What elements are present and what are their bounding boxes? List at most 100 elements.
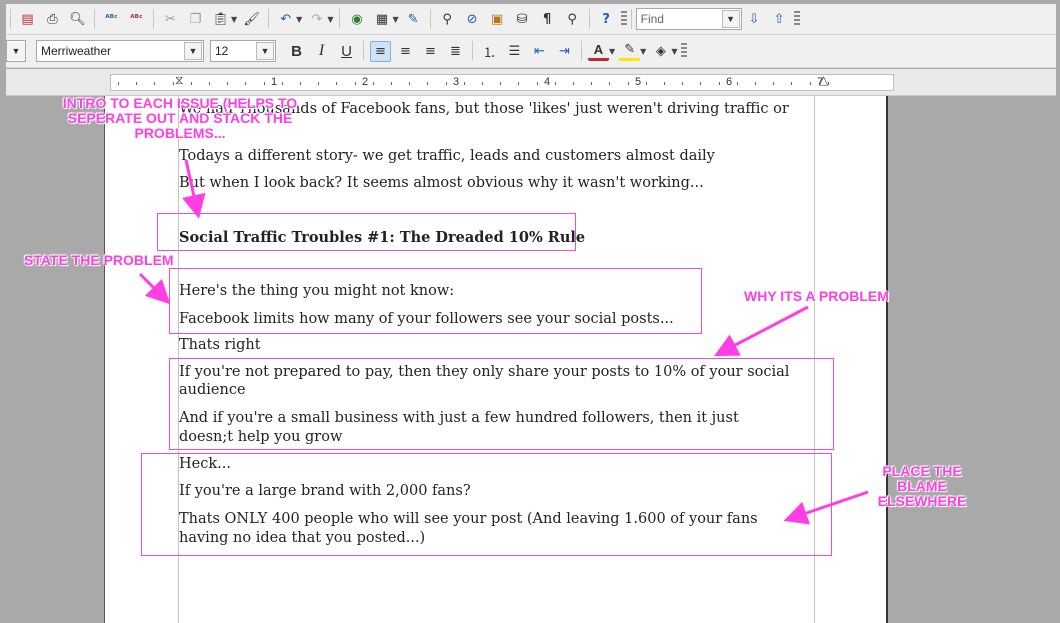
toolbar-grip-icon[interactable] (681, 43, 688, 59)
blame-annotation-line: BLAME (897, 478, 947, 494)
ruler-tick (664, 82, 665, 85)
doc-line[interactable]: Todays a different story- we get traffic… (179, 147, 715, 166)
redo-icon[interactable]: ↷ (306, 9, 327, 30)
database-icon[interactable]: ⛁ (512, 9, 533, 30)
style-dropdown[interactable]: ▼ (6, 40, 26, 62)
font-name-dropdown-icon[interactable]: ▼ (184, 42, 202, 60)
toolbar-grip-icon[interactable] (793, 11, 800, 27)
ruler-tick (609, 82, 611, 85)
toolbar-separator (429, 9, 431, 29)
highlight-icon[interactable]: ✎ (619, 42, 641, 61)
ruler-tick (573, 82, 574, 85)
blame-annotation-line: ELSEWHERE (877, 493, 967, 509)
font-name-input[interactable]: Merriweather ▼ (36, 40, 204, 62)
toolbar-separator (10, 9, 11, 29)
hyperlink-icon[interactable]: ⊘ (462, 9, 483, 30)
find-input[interactable]: Find ▼ (635, 8, 742, 30)
ruler-tick (718, 82, 720, 85)
bullet-list-icon[interactable]: ☰ (504, 41, 525, 62)
horizontal-ruler[interactable]: 1 2 3 4 5 6 7 ⧖ △ (6, 69, 1056, 96)
font-size-input[interactable]: 12 ▼ (210, 40, 276, 62)
find-next-icon[interactable]: ⇩ (744, 9, 765, 30)
copy-icon[interactable]: ❐ (185, 9, 206, 30)
toolbar-separator (588, 9, 590, 29)
ruler-tick (154, 82, 156, 85)
ruler-strip[interactable]: 1 2 3 4 5 6 7 ⧖ △ (110, 73, 894, 91)
ruler-tick (445, 82, 447, 85)
table-icon[interactable]: ▦ (371, 9, 392, 30)
toolbar-separator (472, 41, 473, 61)
draw-icon[interactable]: ✎ (403, 9, 424, 30)
align-center-icon[interactable]: ≡ (395, 41, 416, 62)
spellcheck-icon[interactable]: ᴬᴮᶜ (101, 9, 122, 30)
why-annotation: WHY ITS A PROBLEM (744, 288, 889, 304)
toolbar-separator (363, 41, 364, 61)
ruler-tick (372, 82, 374, 85)
toolbar-grip-icon[interactable] (620, 11, 627, 27)
align-left-icon[interactable]: ≡ (370, 40, 391, 62)
ruler-tick (791, 82, 793, 85)
ruler-tick (354, 82, 356, 85)
gallery-icon[interactable]: ▣ (487, 9, 508, 30)
find-dropdown-icon[interactable]: ▼ (721, 10, 740, 28)
ruler-tick (318, 82, 320, 85)
clone-format-icon[interactable]: 🖌︎ (241, 9, 262, 30)
ruler-number: 5 (635, 76, 642, 88)
left-indent-marker-icon[interactable]: ⧖ (175, 73, 183, 88)
intro-annotation: INTRO TO EACH ISSUE (HELPS TO SEPERATE O… (30, 96, 330, 141)
paste-dropdown-icon[interactable]: ▼ (231, 15, 237, 24)
ruler-tick (536, 82, 538, 85)
ruler-tick (645, 82, 647, 85)
undo-dropdown-icon[interactable]: ▼ (296, 15, 302, 24)
numbered-list-icon[interactable]: ⒈ (479, 41, 500, 62)
ruler-tick (263, 82, 265, 85)
formatting-marks-icon[interactable]: ¶ (537, 9, 558, 30)
font-size-dropdown-icon[interactable]: ▼ (256, 42, 274, 60)
pdf-icon[interactable]: ▤ (17, 9, 38, 30)
ruler-tick (227, 82, 229, 85)
ruler-tick (427, 82, 429, 85)
navigator-icon[interactable]: ◉ (346, 9, 367, 30)
font-color-icon[interactable]: A (588, 42, 609, 61)
font-color-dropdown-icon[interactable]: ▼ (609, 47, 615, 56)
zoom-icon[interactable]: ⚲ (562, 9, 583, 30)
justify-icon[interactable]: ≣ (445, 41, 466, 62)
ruler-tick (245, 82, 247, 85)
undo-icon[interactable]: ↶ (275, 9, 296, 30)
decrease-indent-icon[interactable]: ⇤ (529, 41, 550, 62)
autocheck-icon[interactable]: ᴬᴮᶜ (126, 9, 147, 30)
ruler-tick (773, 82, 775, 85)
ruler-tick (827, 82, 829, 85)
style-dropdown-icon[interactable]: ▼ (7, 42, 25, 60)
standard-toolbar: ▤ ⎙ 🔍︎ ᴬᴮᶜ ᴬᴮᶜ ✂ ❐ 📋︎ ▼ 🖌︎ ↶ ▼ ↷ ▼ ◉ ▦ ▼… (6, 4, 1056, 35)
find-previous-icon[interactable]: ⇧ (769, 9, 790, 30)
ruler-tick (809, 82, 811, 85)
underline-button[interactable]: U (336, 41, 357, 62)
ruler-tick (682, 82, 684, 85)
redo-dropdown-icon[interactable]: ▼ (327, 15, 333, 24)
help-icon[interactable]: ? (596, 9, 617, 30)
print-icon[interactable]: ⎙ (42, 9, 63, 30)
paste-icon[interactable]: 📋︎ (210, 9, 231, 30)
italic-button[interactable]: I (311, 41, 332, 62)
print-preview-icon[interactable]: 🔍︎ (67, 9, 88, 30)
ruler-tick (554, 82, 556, 85)
highlight-dropdown-icon[interactable]: ▼ (640, 47, 646, 56)
ruler-tick (336, 82, 338, 85)
increase-indent-icon[interactable]: ⇥ (554, 41, 575, 62)
doc-line[interactable]: Thats right (179, 336, 261, 355)
ruler-tick (209, 82, 210, 85)
bold-button[interactable]: B (286, 41, 307, 62)
heading-highlight-box (157, 213, 576, 251)
background-color-icon[interactable]: ◈ (650, 41, 671, 62)
align-right-icon[interactable]: ≡ (420, 41, 441, 62)
ruler-tick (300, 82, 301, 85)
background-color-dropdown-icon[interactable]: ▼ (671, 47, 677, 56)
problem-highlight-box (169, 268, 702, 334)
doc-line[interactable]: But when I look back? It seems almost ob… (179, 174, 704, 193)
ruler-tick (281, 82, 283, 85)
find-replace-icon[interactable]: ⚲ (437, 9, 458, 30)
ruler-tick (500, 82, 502, 85)
cut-icon[interactable]: ✂ (160, 9, 181, 30)
table-dropdown-icon[interactable]: ▼ (392, 15, 398, 24)
